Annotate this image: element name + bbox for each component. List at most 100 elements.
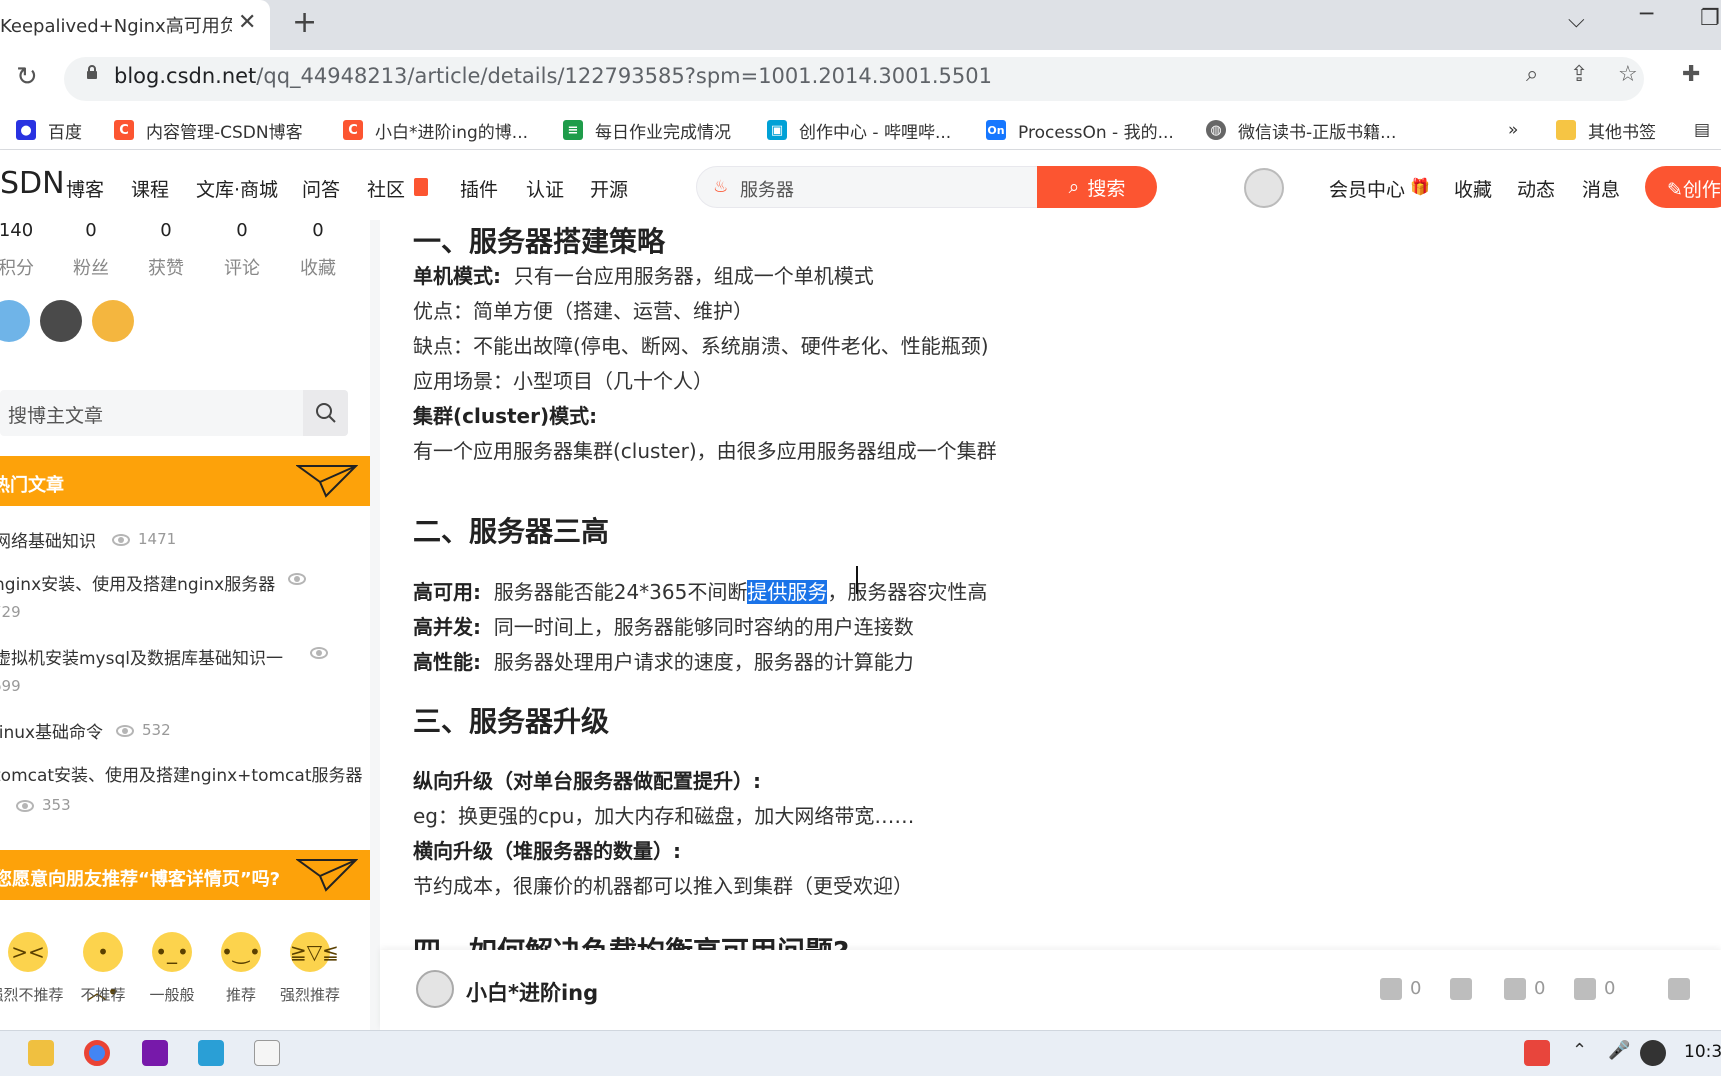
- chrome-icon[interactable]: [84, 1040, 110, 1066]
- active-tab[interactable]: Keepalived+Nginx高可用负 ✕: [0, 0, 270, 50]
- paragraph: 纵向升级（对单台服务器做配置提升）:: [413, 765, 761, 794]
- paragraph: 横向升级（堆服务器的数量）:: [413, 835, 681, 864]
- minimize-window-icon[interactable]: ─: [1640, 2, 1653, 27]
- nav-open-source[interactable]: 开源: [590, 175, 628, 202]
- bookmark-csdn-content[interactable]: C 内容管理-CSDN博客: [114, 117, 303, 143]
- badge-dark-icon[interactable]: [40, 300, 82, 342]
- screen-recorder-icon[interactable]: [254, 1040, 280, 1066]
- rating-strongly-recommend[interactable]: ≧▽≦: [290, 932, 339, 972]
- bookmark-bilibili[interactable]: ▣ 创作中心 - 哔哩哔...: [767, 117, 951, 143]
- selected-text[interactable]: 提供服务: [747, 580, 828, 604]
- share-icon[interactable]: ⇪: [1570, 62, 1588, 87]
- bookmark-label: 百度: [48, 122, 82, 143]
- stat-comments-label: 评论: [224, 258, 260, 279]
- paragraph-text: 只有一台应用服务器，组成一个单机模式: [513, 264, 874, 288]
- sogou-input-icon[interactable]: [1524, 1040, 1550, 1066]
- new-tab-button[interactable]: +: [292, 8, 317, 38]
- comment-button[interactable]: 0: [1504, 978, 1545, 1000]
- tab-close-icon[interactable]: ✕: [238, 10, 256, 35]
- share-button[interactable]: [1668, 978, 1698, 1000]
- bookmark-star-icon[interactable]: ☆: [1618, 62, 1638, 87]
- bookmarks-bar: ● 百度 C 内容管理-CSDN博客 C 小白*进阶ing的博... ≡ 每日作业完成情…: [0, 108, 1721, 150]
- more-bookmarks-button[interactable]: »: [1508, 117, 1518, 143]
- paragraph: 高并发: 同一时间上，服务器能够同时容纳的用户连接数: [413, 611, 914, 640]
- nav-library-mall[interactable]: 文库·商城: [196, 175, 278, 202]
- blog-search-button[interactable]: [303, 390, 348, 436]
- hot-article-title[interactable]: 虚拟机安装mysql及数据库基础知识一: [0, 644, 283, 669]
- nav-favorites[interactable]: 收藏: [1454, 175, 1492, 202]
- rating-not-recommend[interactable]: •︿•: [83, 932, 123, 1004]
- hot-article-title[interactable]: tomcat安装、使用及搭建nginx+tomcat服务器: [0, 761, 362, 786]
- file-explorer-icon[interactable]: [28, 1040, 54, 1066]
- nav-certification[interactable]: 认证: [526, 175, 564, 202]
- like-count: 0: [1410, 978, 1422, 999]
- dislike-button[interactable]: [1450, 978, 1480, 1000]
- flame-icon: ♨: [713, 177, 729, 197]
- paragraph-text: ，服务器容灾性高: [827, 580, 988, 604]
- zoom-icon[interactable]: ⌕: [1526, 62, 1538, 87]
- rating-recommend[interactable]: •‿•: [221, 932, 261, 972]
- comment-count: 0: [1534, 978, 1546, 999]
- bookmark-weread[interactable]: ◍ 微信读书-正版书籍...: [1206, 117, 1396, 143]
- badge-blue-icon[interactable]: [0, 300, 30, 342]
- author-name[interactable]: 小白*进阶ing: [466, 977, 598, 1007]
- author-avatar[interactable]: [416, 970, 454, 1008]
- restore-window-icon[interactable]: ❐: [1700, 6, 1720, 31]
- bookmark-processon[interactable]: On ProcessOn - 我的...: [986, 117, 1174, 143]
- bookmark-homework[interactable]: ≡ 每日作业完成情况: [563, 117, 731, 143]
- view-count: 1471: [112, 530, 176, 548]
- content-gutter: [370, 220, 380, 1030]
- nav-activity[interactable]: 动态: [1517, 175, 1555, 202]
- system-clock[interactable]: 10:3: [1684, 1042, 1721, 1062]
- paragraph: 集群(cluster)模式:: [413, 400, 597, 429]
- nav-qa[interactable]: 问答: [302, 175, 340, 202]
- like-button[interactable]: 0: [1380, 978, 1421, 1000]
- create-button[interactable]: ✎创作: [1645, 166, 1721, 208]
- stat-favorites-label: 收藏: [300, 258, 336, 279]
- section-heading: 三、服务器升级: [413, 705, 610, 738]
- csdn-logo[interactable]: SDN: [0, 166, 65, 201]
- hot-article-title[interactable]: nginx安装、使用及搭建nginx服务器: [0, 570, 275, 595]
- bookmark-label: 内容管理-CSDN博客: [146, 122, 303, 143]
- tray-expand-icon[interactable]: ⌃: [1572, 1040, 1587, 1061]
- csdn-c-icon: C: [343, 120, 363, 140]
- nav-messages[interactable]: 消息: [1582, 175, 1620, 202]
- qq-icon[interactable]: [1640, 1040, 1666, 1066]
- grin-face-icon: ≧▽≦: [290, 940, 339, 964]
- tab-search-chevron-icon[interactable]: ⌵: [1568, 8, 1585, 33]
- bilibili-icon: ▣: [767, 120, 787, 140]
- nav-vip-center[interactable]: 会员中心: [1329, 175, 1405, 202]
- url-domain: blog.csdn.net: [114, 64, 257, 88]
- microphone-icon[interactable]: 🎤: [1608, 1040, 1630, 1061]
- hot-article-title[interactable]: 网络基础知识: [0, 527, 96, 552]
- comment-icon: [1504, 978, 1526, 1000]
- nav-plugins[interactable]: 插件: [460, 175, 498, 202]
- rating-strongly-not-recommend[interactable]: ><: [8, 932, 48, 972]
- bookmark-label: 小白*进阶ing的博...: [375, 122, 528, 143]
- onenote-icon[interactable]: [142, 1040, 168, 1066]
- url-text[interactable]: blog.csdn.net/qq_44948213/article/detail…: [114, 64, 992, 88]
- favorite-button[interactable]: 0: [1574, 978, 1615, 1000]
- bookmark-label: 每日作业完成情况: [595, 122, 731, 143]
- badge-pen-icon[interactable]: [92, 300, 134, 342]
- nav-blog[interactable]: 博客: [66, 175, 104, 202]
- site-search-button[interactable]: ⌕ 搜索: [1037, 166, 1157, 208]
- recommend-title: 您愿意向朋友推荐“博客详情页”吗?: [0, 869, 281, 890]
- globe-icon: ◍: [1206, 120, 1226, 140]
- bookmark-baidu[interactable]: ● 百度: [16, 117, 82, 143]
- hot-article-title[interactable]: linux基础命令: [0, 718, 103, 743]
- extensions-puzzle-icon[interactable]: ✚: [1682, 62, 1700, 87]
- screen: Keepalived+Nginx高可用负 ✕ + ⌵ ─ ❐ ↻ blog.cs…: [0, 0, 1721, 1076]
- paragraph: 优点：简单方便（搭建、运营、维护）: [413, 299, 753, 323]
- nav-courses[interactable]: 课程: [131, 175, 169, 202]
- rating-neutral[interactable]: •_•: [152, 932, 192, 972]
- bookmark-csdn-blog[interactable]: C 小白*进阶ing的博...: [343, 117, 528, 143]
- reload-icon[interactable]: ↻: [16, 62, 38, 92]
- blog-search-placeholder: 搜博主文章: [8, 405, 104, 427]
- app-icon[interactable]: [198, 1040, 224, 1066]
- nav-community[interactable]: 社区: [367, 175, 405, 202]
- section-heading: 二、服务器三高: [413, 515, 610, 548]
- other-bookmarks-folder[interactable]: 其他书签: [1556, 117, 1656, 143]
- user-avatar[interactable]: [1244, 168, 1284, 208]
- reading-list-icon[interactable]: ▤: [1694, 117, 1710, 143]
